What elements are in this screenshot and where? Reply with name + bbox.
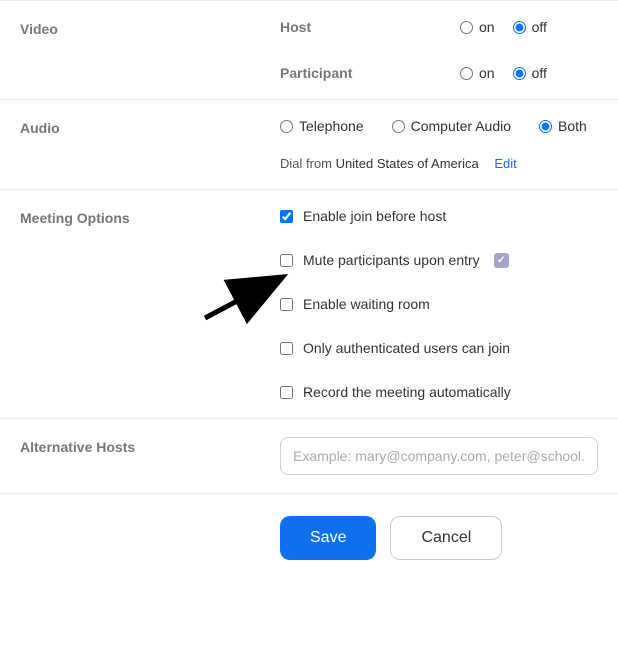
audio-radios: Telephone Computer Audio Both [280,118,598,134]
meeting-options-content: Enable join before host Mute participant… [280,208,598,400]
video-participant-off[interactable]: off [513,65,547,81]
option-waiting-checkbox[interactable] [280,298,293,311]
info-icon[interactable]: ✓ [494,253,509,268]
video-host-off-label: off [532,19,547,35]
option-mute-participants[interactable]: Mute participants upon entry ✓ [280,252,598,268]
audio-both[interactable]: Both [539,118,587,134]
option-enable-join-checkbox[interactable] [280,210,293,223]
alternative-hosts-section: Alternative Hosts [0,418,618,493]
video-participant-radios: on off [460,65,547,81]
option-mute-label: Mute participants upon entry [303,252,480,268]
save-button[interactable]: Save [280,516,376,560]
audio-both-label: Both [558,118,587,134]
option-authenticated-label: Only authenticated users can join [303,340,510,356]
audio-both-radio[interactable] [539,120,552,133]
video-label: Video [20,19,280,81]
audio-computer-label: Computer Audio [411,118,511,134]
meeting-options-label: Meeting Options [20,208,280,400]
option-record-checkbox[interactable] [280,386,293,399]
audio-computer[interactable]: Computer Audio [392,118,511,134]
button-section: Save Cancel [0,493,618,582]
video-content: Host on off Participant on [280,19,598,81]
video-participant-on[interactable]: on [460,65,495,81]
option-authenticated[interactable]: Only authenticated users can join [280,340,598,356]
dial-edit-link[interactable]: Edit [494,156,516,171]
meeting-options-list: Enable join before host Mute participant… [280,208,598,400]
cancel-button[interactable]: Cancel [390,516,502,560]
video-host-off[interactable]: off [513,19,547,35]
video-host-on[interactable]: on [460,19,495,35]
option-record[interactable]: Record the meeting automatically [280,384,598,400]
alternative-hosts-content [280,437,598,475]
meeting-options-section: Meeting Options Enable join before host … [0,189,618,418]
video-participant-off-radio[interactable] [513,67,526,80]
option-authenticated-checkbox[interactable] [280,342,293,355]
alternative-hosts-label: Alternative Hosts [20,437,280,475]
video-participant-on-label: on [479,65,495,81]
option-waiting-label: Enable waiting room [303,296,430,312]
audio-content: Telephone Computer Audio Both Dial from … [280,118,598,171]
option-mute-checkbox[interactable] [280,254,293,267]
video-host-radios: on off [460,19,547,35]
video-participant-on-radio[interactable] [460,67,473,80]
audio-telephone-radio[interactable] [280,120,293,133]
video-participant-row: Participant on off [280,65,598,81]
alternative-hosts-input[interactable] [280,437,598,475]
video-host-off-radio[interactable] [513,21,526,34]
video-host-on-radio[interactable] [460,21,473,34]
option-enable-join-before-host[interactable]: Enable join before host [280,208,598,224]
audio-section: Audio Telephone Computer Audio Both Dial… [0,99,618,189]
video-host-on-label: on [479,19,495,35]
audio-computer-radio[interactable] [392,120,405,133]
video-host-row: Host on off [280,19,598,35]
video-host-label: Host [280,19,460,35]
video-participant-off-label: off [532,65,547,81]
option-enable-join-label: Enable join before host [303,208,446,224]
audio-telephone-label: Telephone [299,118,364,134]
option-record-label: Record the meeting automatically [303,384,511,400]
dial-from: Dial from United States of America Edit [280,156,598,171]
dial-from-prefix: Dial from [280,156,332,171]
audio-telephone[interactable]: Telephone [280,118,364,134]
audio-label: Audio [20,118,280,171]
video-section: Video Host on off Participant on [0,0,618,99]
video-participant-label: Participant [280,65,460,81]
option-waiting-room[interactable]: Enable waiting room [280,296,598,312]
dial-from-region: United States of America [336,156,479,171]
